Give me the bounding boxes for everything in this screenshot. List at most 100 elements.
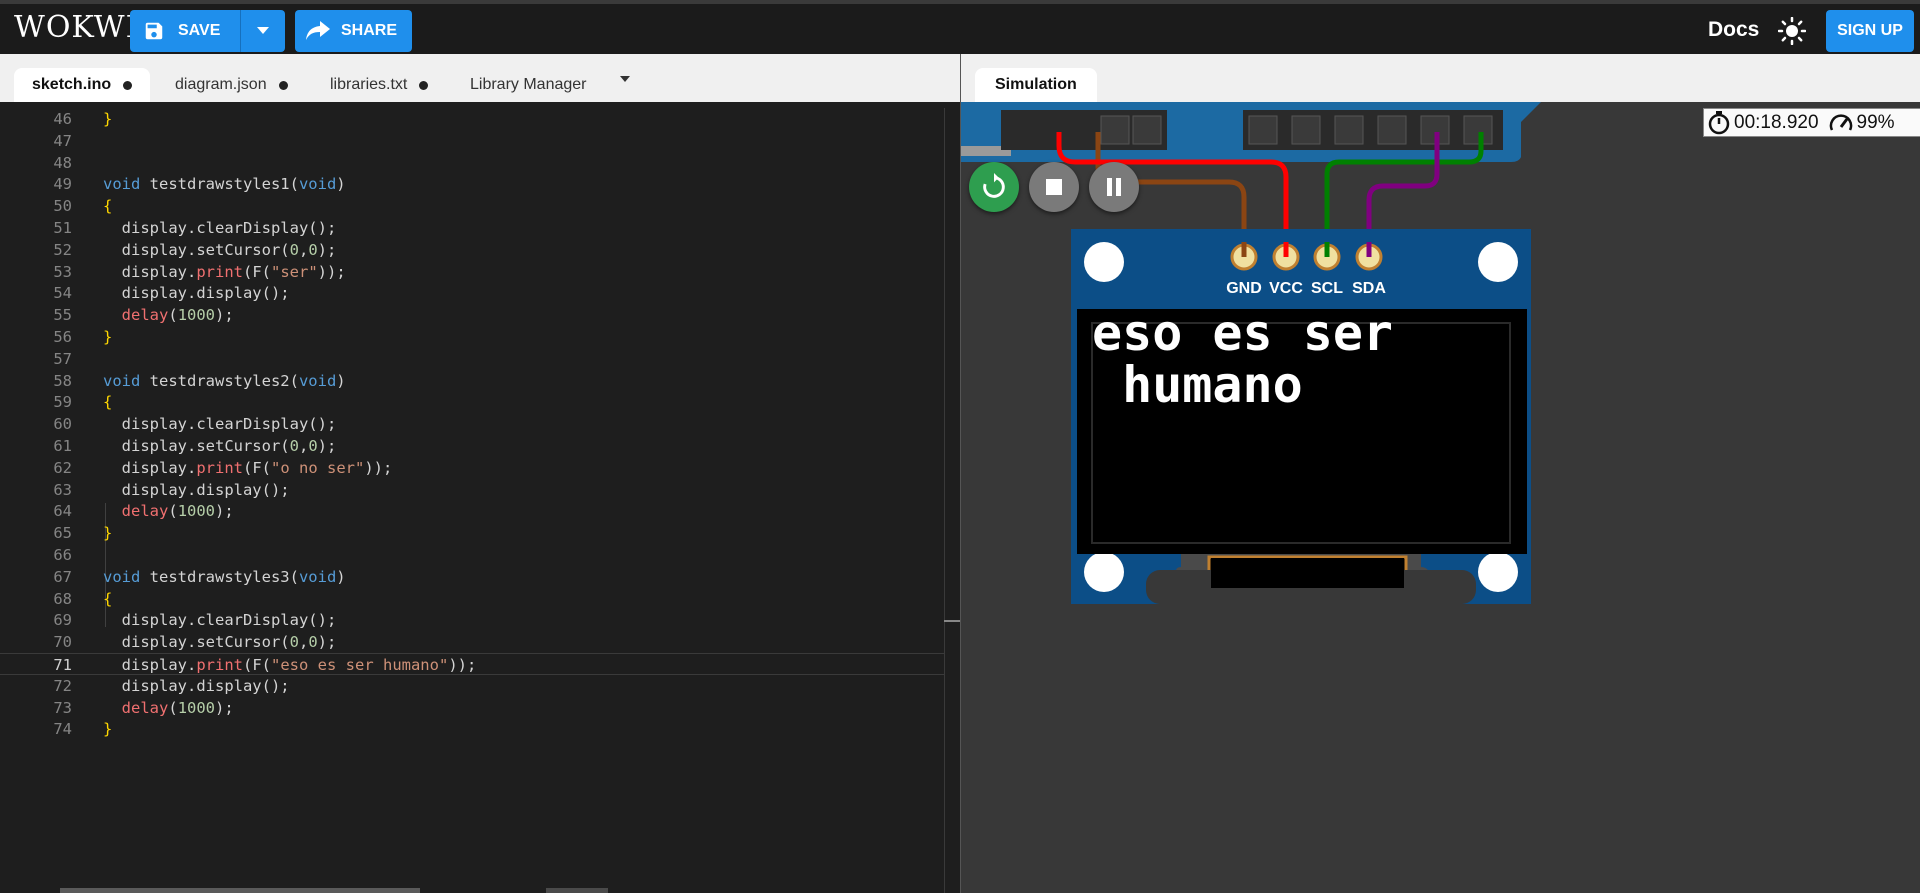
mounting-hole: [1478, 552, 1518, 592]
code-line[interactable]: 71 display.print(F("eso es ser humano"))…: [0, 653, 944, 675]
code-line[interactable]: 67 void testdrawstyles3(void): [0, 566, 944, 588]
code-line[interactable]: 70 display.setCursor(0,0);: [0, 631, 944, 653]
line-code: display.setCursor(0,0);: [103, 240, 337, 259]
pause-icon: [1107, 178, 1121, 196]
line-number: 70: [53, 633, 72, 652]
line-code: display.print(F("ser"));: [103, 262, 346, 281]
code-line[interactable]: 49 void testdrawstyles1(void): [0, 173, 944, 195]
simulation-status: 00:18.920 99%: [1703, 108, 1920, 137]
mounting-hole: [1084, 552, 1124, 592]
code-editor[interactable]: 46} 47 48 49 void testdrawstyles1(void) 50{51…: [0, 108, 944, 868]
sun-icon[interactable]: [1777, 16, 1807, 46]
code-line[interactable]: 69 display.clearDisplay();: [0, 609, 944, 631]
tab-library-manager[interactable]: Library Manager: [470, 68, 587, 102]
line-code: delay(1000);: [121, 306, 234, 325]
line-code: delay(1000);: [121, 698, 234, 717]
tab-libraries-txt[interactable]: libraries.txt: [330, 68, 429, 102]
line-code: display.clearDisplay();: [103, 415, 337, 434]
code-line[interactable]: 46}: [0, 108, 944, 130]
tab-label: libraries.txt: [330, 76, 408, 93]
code-line[interactable]: 53 display.print(F("ser"));: [0, 261, 944, 283]
code-line[interactable]: 61 display.setCursor(0,0);: [0, 435, 944, 457]
line-code: {: [103, 393, 113, 412]
restart-icon: [983, 173, 1005, 198]
code-line[interactable]: 59 {: [0, 391, 944, 413]
code-line[interactable]: 57: [0, 348, 944, 370]
line-number: 54: [53, 284, 72, 303]
line-number: 65: [53, 524, 72, 543]
splitter-handle[interactable]: [944, 620, 960, 622]
ribbon-cable-inner: [1211, 558, 1404, 588]
code-line[interactable]: 50 {: [0, 195, 944, 217]
horizontal-scrollbar-thumb[interactable]: [546, 888, 608, 893]
share-button[interactable]: SHARE: [295, 10, 412, 52]
code-line[interactable]: 54 display.display();: [0, 282, 944, 304]
line-code: void testdrawstyles1(void): [103, 175, 346, 194]
speedometer-icon: [1829, 112, 1853, 134]
line-number: 48: [53, 153, 72, 172]
simulation-canvas[interactable]: GND VCC SCL SDA eso es ser humano: [961, 102, 1920, 893]
code-line[interactable]: 47: [0, 130, 944, 152]
line-code: display.print(F("eso es ser humano"));: [103, 656, 477, 674]
line-number: 64: [53, 502, 72, 521]
code-line[interactable]: 62 display.print(F("o no ser"));: [0, 457, 944, 479]
save-dropdown-icon[interactable]: [241, 26, 285, 36]
restart-button[interactable]: [969, 162, 1019, 212]
code-line[interactable]: 63 display.display();: [0, 479, 944, 501]
stop-button[interactable]: [1029, 162, 1079, 212]
sign-up-button[interactable]: SIGN UP: [1826, 10, 1914, 52]
line-number: 47: [53, 131, 72, 150]
line-number: 63: [53, 480, 72, 499]
line-number: 46: [53, 110, 72, 128]
line-code: void testdrawstyles3(void): [103, 567, 346, 586]
pane-splitter[interactable]: [944, 108, 945, 893]
code-line[interactable]: 68 {: [0, 588, 944, 610]
pause-button[interactable]: [1089, 162, 1139, 212]
pin-label-gnd: GND: [1226, 280, 1262, 297]
line-number: 55: [53, 306, 72, 325]
tab-diagram-json[interactable]: diagram.json: [175, 68, 288, 102]
line-code: }: [103, 720, 113, 739]
mounting-hole: [1478, 242, 1518, 282]
line-code: {: [103, 197, 113, 216]
simulation-pane: Simulation GND VCC SCL SDA eso es ser hu…: [960, 54, 1920, 893]
share-label: SHARE: [341, 22, 398, 39]
line-number: 50: [53, 197, 72, 216]
tabs-overflow-chevron-down-icon[interactable]: [620, 76, 630, 82]
line-number: 61: [53, 437, 72, 455]
code-line[interactable]: 55 delay(1000);: [0, 304, 944, 326]
horizontal-scrollbar[interactable]: [60, 888, 420, 893]
circuit-diagram: GND VCC SCL SDA eso es ser humano: [961, 102, 1541, 604]
save-button[interactable]: SAVE: [130, 10, 285, 52]
code-line[interactable]: 74}: [0, 718, 944, 740]
code-line[interactable]: 64 delay(1000);: [0, 500, 944, 522]
wokwi-logo[interactable]: WOKWI: [14, 10, 138, 45]
tab-simulation[interactable]: Simulation: [975, 68, 1097, 102]
line-number: 52: [53, 240, 72, 259]
code-line[interactable]: 58 void testdrawstyles2(void): [0, 370, 944, 392]
line-code: display.display();: [103, 676, 290, 695]
tab-label: diagram.json: [175, 76, 267, 93]
line-code: display.print(F("o no ser"));: [103, 458, 393, 477]
tab-sketch-ino[interactable]: sketch.ino: [14, 68, 151, 102]
code-line[interactable]: 60 display.clearDisplay();: [0, 413, 944, 435]
modified-dot-icon: [278, 80, 288, 90]
code-line[interactable]: 56}: [0, 326, 944, 348]
code-line[interactable]: 73 delay(1000);: [0, 697, 944, 719]
code-line[interactable]: 52 display.setCursor(0,0);: [0, 239, 944, 261]
code-line[interactable]: 48: [0, 152, 944, 174]
docs-link[interactable]: Docs: [1708, 18, 1759, 42]
line-code: display.display();: [103, 284, 290, 303]
line-code: void testdrawstyles2(void): [103, 371, 346, 390]
line-number: 62: [53, 458, 72, 477]
code-line[interactable]: 66: [0, 544, 944, 566]
line-code: {: [103, 589, 113, 608]
line-code: display.clearDisplay();: [103, 611, 337, 630]
code-line[interactable]: 72 display.display();: [0, 675, 944, 697]
code-line[interactable]: 65}: [0, 522, 944, 544]
line-number: 60: [53, 415, 72, 434]
line-number: 74: [53, 720, 72, 739]
line-code: }: [103, 110, 113, 128]
code-line[interactable]: 51 display.clearDisplay();: [0, 217, 944, 239]
simulation-speed: 99%: [1856, 111, 1895, 133]
